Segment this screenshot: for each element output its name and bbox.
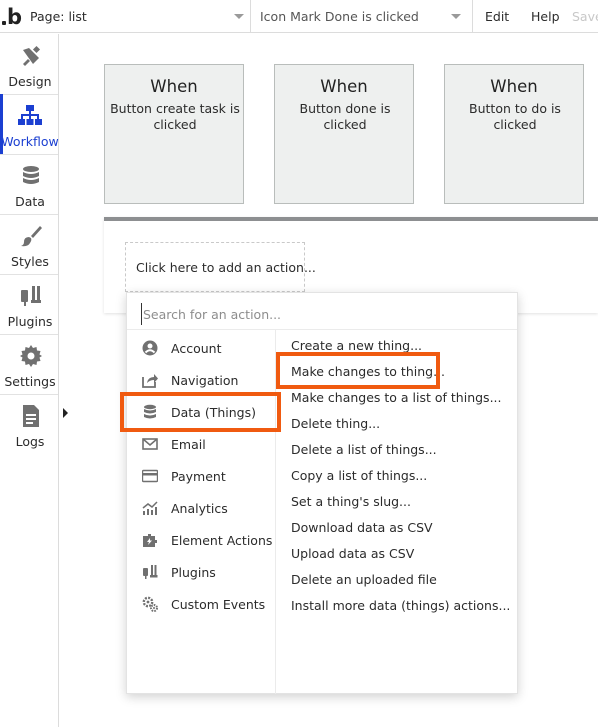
event-card-title: When xyxy=(320,77,368,96)
highlight-box xyxy=(120,392,281,432)
category-label: Element Actions xyxy=(171,533,273,548)
category-label: Custom Events xyxy=(171,597,266,612)
sidebar-item-settings[interactable]: Settings xyxy=(0,334,58,394)
action-search-input[interactable] xyxy=(141,303,505,325)
sidebar-item-data[interactable]: Data xyxy=(0,154,58,214)
sidebar-item-label: Data xyxy=(15,194,45,209)
brush-icon xyxy=(21,226,42,247)
category-label: Payment xyxy=(171,469,226,484)
action-item[interactable]: Delete a list of things... xyxy=(291,442,437,457)
action-item[interactable]: Set a thing's slug... xyxy=(291,494,411,509)
sidebar-item-logs[interactable]: Logs xyxy=(0,394,58,454)
category-analytics[interactable]: Analytics xyxy=(139,495,273,521)
plug-icon xyxy=(21,286,41,306)
collapse-arrow-icon[interactable] xyxy=(63,408,68,418)
event-card-title: When xyxy=(150,77,198,96)
action-item[interactable]: Make changes to a list of things... xyxy=(291,390,502,405)
sidebar-item-label: Workflow xyxy=(1,134,59,149)
logo-dot xyxy=(2,21,6,25)
category-account[interactable]: Account xyxy=(139,335,273,361)
add-action-label: Click here to add an action... xyxy=(136,260,316,275)
category-payment[interactable]: Payment xyxy=(139,463,273,489)
event-selector[interactable]: Icon Mark Done is clicked xyxy=(251,0,471,33)
event-card-subtitle: Button done is clicked xyxy=(299,101,391,132)
page-selector-label: Page: list xyxy=(30,9,87,24)
logo-letter: b xyxy=(7,5,23,29)
event-card-subtitle: Button create task is clicked xyxy=(110,101,240,132)
event-card[interactable]: When Button to do is clicked xyxy=(444,64,584,204)
gears-icon xyxy=(142,596,158,612)
element-actions-icon xyxy=(143,534,157,547)
sidebar-item-plugins[interactable]: Plugins xyxy=(0,274,58,334)
top-bar: b Page: list Icon Mark Done is clicked E… xyxy=(0,0,598,33)
action-item[interactable]: Copy a list of things... xyxy=(291,468,427,483)
action-item[interactable]: Upload data as CSV xyxy=(291,546,414,561)
category-custom-events[interactable]: Custom Events xyxy=(139,591,273,617)
event-selector-label: Icon Mark Done is clicked xyxy=(260,9,419,24)
category-label: Navigation xyxy=(171,373,239,388)
sidebar-item-label: Logs xyxy=(15,434,45,449)
document-icon xyxy=(23,405,39,427)
menu-save[interactable]: Save xyxy=(572,9,598,24)
payment-icon xyxy=(142,469,158,483)
category-email[interactable]: Email xyxy=(139,431,273,457)
menu-help[interactable]: Help xyxy=(531,9,560,24)
highlight-box xyxy=(276,352,440,389)
divider xyxy=(472,0,473,33)
category-label: Account xyxy=(171,341,222,356)
category-navigation[interactable]: Navigation xyxy=(139,367,273,393)
plug-icon xyxy=(143,565,158,579)
category-plugins[interactable]: Plugins xyxy=(139,559,273,585)
action-item[interactable]: Create a new thing... xyxy=(291,338,422,353)
action-item[interactable]: Delete an uploaded file xyxy=(291,572,437,587)
action-item[interactable]: Install more data (things) actions... xyxy=(291,598,510,613)
category-label: Analytics xyxy=(171,501,228,516)
account-icon xyxy=(142,340,158,356)
sidebar-item-styles[interactable]: Styles xyxy=(0,214,58,274)
action-item[interactable]: Download data as CSV xyxy=(291,520,433,535)
category-label: Email xyxy=(171,437,206,452)
add-action-button[interactable]: Click here to add an action... xyxy=(125,242,316,292)
sidebar-item-design[interactable]: Design xyxy=(0,34,58,94)
chevron-down-icon xyxy=(234,14,244,19)
event-card-subtitle: Button to do is clicked xyxy=(469,101,561,132)
sidebar-item-label: Design xyxy=(8,74,52,89)
event-card[interactable]: When Button create task is clicked xyxy=(104,64,244,204)
gear-icon xyxy=(20,345,42,367)
sidebar-item-label: Styles xyxy=(11,254,49,269)
divider xyxy=(127,329,517,330)
database-icon xyxy=(23,166,39,184)
menu-edit[interactable]: Edit xyxy=(485,9,509,24)
workflow-icon xyxy=(18,105,42,125)
event-card[interactable]: When Button done is clicked xyxy=(274,64,414,204)
bubble-logo[interactable]: b xyxy=(2,6,22,28)
chevron-down-icon xyxy=(451,14,461,19)
category-label: Plugins xyxy=(171,565,216,580)
sidebar: Design Workflow Data Styles Plugins Sett… xyxy=(0,34,59,727)
action-item[interactable]: Delete thing... xyxy=(291,416,380,431)
navigation-icon xyxy=(142,374,158,388)
analytics-icon xyxy=(142,501,158,515)
sidebar-item-label: Settings xyxy=(4,374,56,389)
page-selector[interactable]: Page: list xyxy=(23,0,250,33)
design-icon xyxy=(23,45,41,66)
sidebar-item-workflow[interactable]: Workflow xyxy=(0,94,59,154)
sidebar-item-label: Plugins xyxy=(7,314,53,329)
event-card-title: When xyxy=(490,77,538,96)
category-element-actions[interactable]: Element Actions xyxy=(139,527,273,553)
email-icon xyxy=(142,438,158,450)
